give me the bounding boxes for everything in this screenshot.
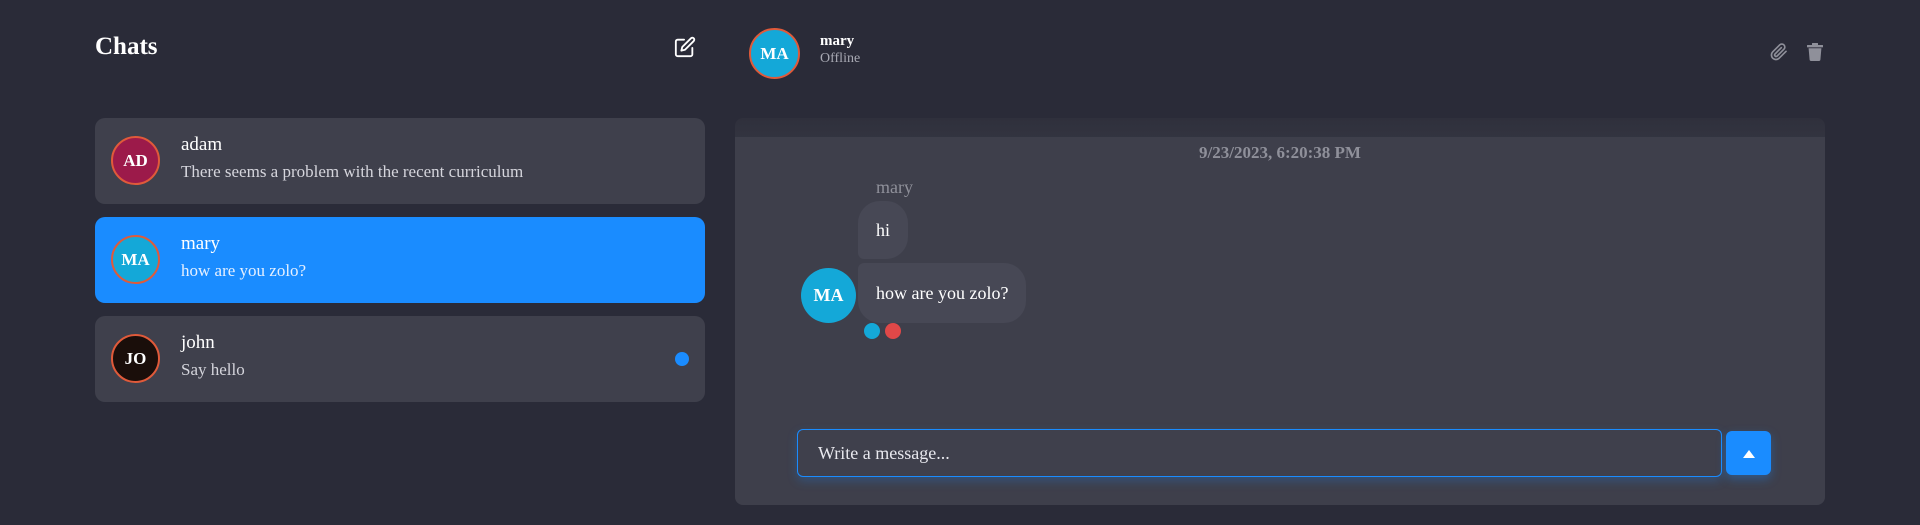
- read-receipt-dot: [864, 323, 880, 339]
- read-receipt-dot: [885, 323, 901, 339]
- send-button[interactable]: [1726, 431, 1771, 475]
- trash-icon: [1807, 42, 1823, 66]
- message-sender-name: mary: [876, 177, 913, 197]
- attach-button[interactable]: [1768, 42, 1790, 66]
- message-input[interactable]: [797, 429, 1722, 477]
- header-contact-name: mary: [820, 33, 855, 49]
- new-chat-button[interactable]: [672, 36, 698, 62]
- chat-item-adam[interactable]: AD adam There seems a problem with the r…: [95, 118, 705, 204]
- chat-preview: There seems a problem with the recent cu…: [181, 162, 524, 181]
- header-avatar: MA: [749, 28, 800, 79]
- edit-icon: [674, 36, 696, 63]
- caret-up-icon: [1742, 446, 1755, 461]
- chat-list: AD adam There seems a problem with the r…: [95, 118, 705, 415]
- message-timestamp: 9/23/2023, 6:20:38 PM: [1199, 143, 1361, 162]
- avatar: AD: [111, 136, 160, 185]
- chat-name: mary: [181, 233, 221, 254]
- chat-item-john[interactable]: JO john Say hello: [95, 316, 705, 402]
- chat-preview: how are you zolo?: [181, 261, 307, 280]
- chat-item-mary[interactable]: MA mary how are you zolo?: [95, 217, 705, 303]
- paperclip-icon: [1770, 42, 1788, 66]
- chat-name: adam: [181, 134, 223, 155]
- chats-title: Chats: [95, 33, 158, 60]
- avatar: JO: [111, 334, 160, 383]
- unread-indicator: [675, 352, 689, 366]
- chat-preview: Say hello: [181, 360, 245, 379]
- message-avatar: MA: [801, 268, 856, 323]
- header-contact-status: Offline: [820, 51, 861, 66]
- message-bubble: hi: [858, 201, 909, 259]
- delete-button[interactable]: [1804, 42, 1826, 66]
- message-bubble: how are you zolo?: [858, 263, 1027, 323]
- avatar: MA: [111, 235, 160, 284]
- chat-name: john: [181, 332, 215, 353]
